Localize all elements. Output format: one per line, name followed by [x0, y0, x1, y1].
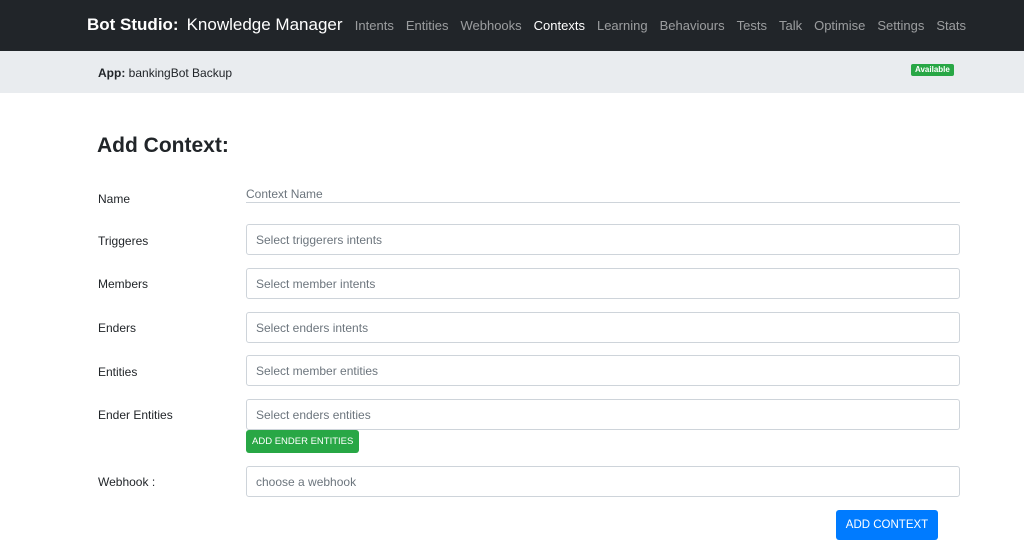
enders-select[interactable]	[246, 312, 960, 343]
triggers-select[interactable]	[246, 224, 960, 255]
entities-select[interactable]	[246, 355, 960, 386]
nav-item-optimise[interactable]: Optimise	[814, 18, 865, 33]
main-nav: Intents Entities Webhooks Contexts Learn…	[355, 18, 966, 33]
status-badge: Available	[911, 64, 954, 76]
nav-item-contexts[interactable]: Contexts	[534, 18, 585, 33]
triggers-label: Triggeres	[98, 234, 149, 248]
brand-subtitle: Knowledge Manager	[186, 15, 343, 34]
ender-entities-label: Ender Entities	[98, 408, 173, 422]
webhook-select[interactable]	[246, 466, 960, 497]
entities-label: Entities	[98, 365, 138, 379]
top-navbar: Bot Studio: Knowledge Manager Intents Ent…	[0, 0, 1024, 51]
brand-name: Bot Studio:	[87, 15, 179, 34]
members-select[interactable]	[246, 268, 960, 299]
nav-item-settings[interactable]: Settings	[877, 18, 924, 33]
app-bar: App: bankingBot Backup	[0, 51, 1024, 93]
webhook-label: Webhook :	[98, 475, 156, 489]
add-ender-entities-button[interactable]: ADD ENDER ENTITIES	[246, 430, 360, 453]
context-name-input[interactable]	[246, 186, 960, 203]
page-title: Add Context:	[97, 134, 229, 157]
nav-item-stats[interactable]: Stats	[936, 18, 966, 33]
app-label: App:	[98, 66, 126, 80]
nav-item-tests[interactable]: Tests	[737, 18, 767, 33]
add-context-button[interactable]: ADD CONTEXT	[836, 510, 938, 540]
app-name: bankingBot Backup	[128, 66, 233, 80]
ender-entities-select[interactable]	[246, 399, 960, 430]
members-label: Members	[98, 277, 149, 291]
nav-item-intents[interactable]: Intents	[355, 18, 394, 33]
name-label: Name	[98, 192, 131, 206]
nav-item-entities[interactable]: Entities	[406, 18, 449, 33]
nav-item-learning[interactable]: Learning	[597, 18, 648, 33]
nav-item-webhooks[interactable]: Webhooks	[460, 18, 521, 33]
brand[interactable]: Bot Studio: Knowledge Manager	[87, 15, 343, 35]
enders-label: Enders	[98, 321, 137, 335]
nav-item-behaviours[interactable]: Behaviours	[660, 18, 725, 33]
app-info: App: bankingBot Backup	[98, 66, 232, 80]
nav-item-talk[interactable]: Talk	[779, 18, 802, 33]
